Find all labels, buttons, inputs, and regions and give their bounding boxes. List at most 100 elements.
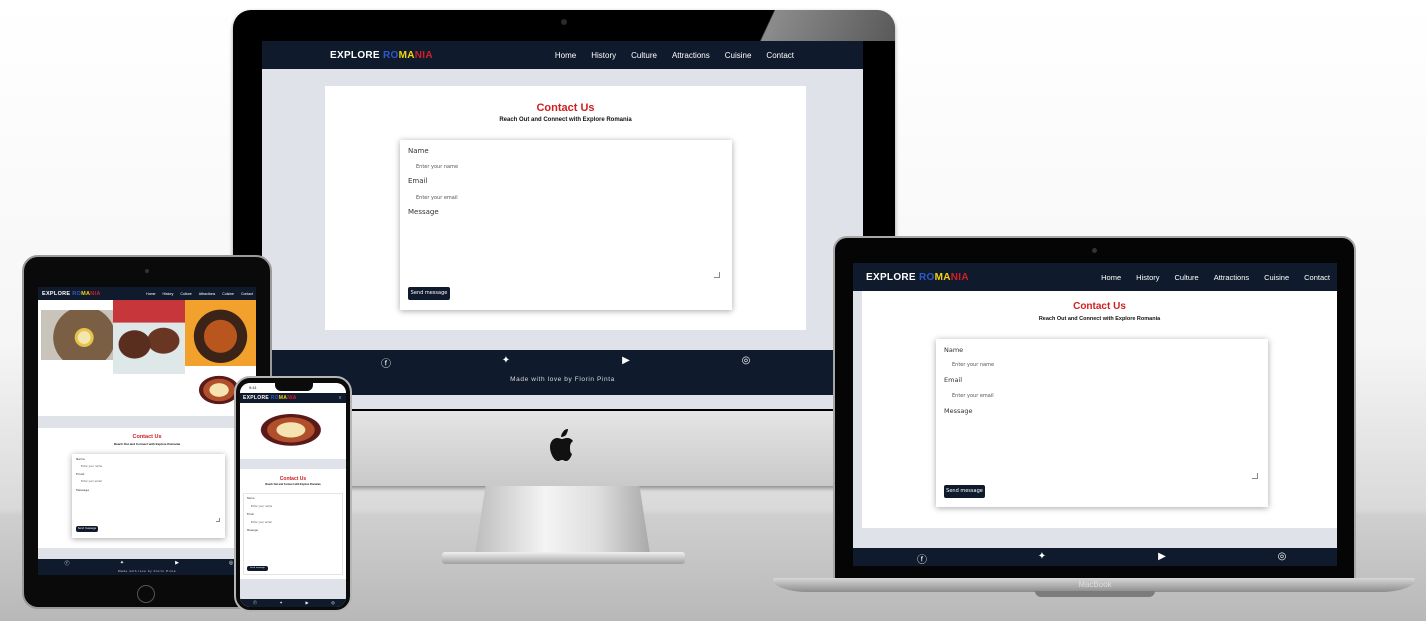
tablet-camera	[145, 269, 149, 273]
email-input[interactable]: Enter your email	[251, 521, 272, 524]
footer-credit: Made with love by Florin Pinta	[510, 376, 615, 383]
navbar: EXPLORE ROMANIA Home History Culture Att…	[853, 263, 1337, 291]
instagram-icon[interactable]: ◎	[739, 355, 753, 366]
nav-link-history[interactable]: History	[591, 51, 616, 60]
facebook-icon[interactable]: ⓕ	[63, 560, 71, 567]
contact-form: Name Enter your name Email Enter your em…	[72, 454, 225, 538]
facebook-icon[interactable]: ⓕ	[379, 355, 393, 370]
nav-link-contact[interactable]: Contact	[241, 292, 253, 296]
food-image	[41, 310, 113, 360]
footer: ⓕ ✦ ▶ ◎	[240, 599, 346, 607]
instagram-icon[interactable]: ◎	[330, 600, 336, 605]
youtube-icon[interactable]: ▶	[173, 560, 181, 566]
send-message-button[interactable]: Send message	[247, 566, 268, 571]
apple-logo-icon	[545, 425, 581, 467]
cuisine-gallery	[38, 300, 256, 416]
email-label: Email	[944, 376, 963, 384]
nav-links: Home History Culture Attractions Cuisine…	[146, 292, 253, 296]
nav-link-culture[interactable]: Culture	[180, 292, 191, 296]
twitter-icon[interactable]: ✦	[499, 355, 513, 366]
name-input[interactable]: Enter your name	[952, 362, 994, 368]
nav-link-home[interactable]: Home	[146, 292, 155, 296]
name-label: Name	[247, 497, 255, 500]
facebook-icon[interactable]: ⓕ	[252, 600, 258, 606]
nav-link-history[interactable]: History	[163, 292, 174, 296]
nav-link-history[interactable]: History	[1136, 273, 1159, 282]
email-label: Email	[76, 472, 85, 476]
nav-link-culture[interactable]: Culture	[1175, 273, 1199, 282]
imac-stand	[475, 486, 650, 554]
twitter-icon[interactable]: ✦	[1035, 551, 1049, 562]
brand-logo[interactable]: EXPLORE ROMANIA	[243, 395, 297, 401]
nav-link-cuisine[interactable]: Cuisine	[222, 292, 234, 296]
youtube-icon[interactable]: ▶	[304, 600, 310, 605]
nav-link-home[interactable]: Home	[1101, 273, 1121, 282]
message-label: Message	[408, 208, 439, 216]
send-message-button[interactable]: Send message	[408, 287, 450, 300]
contact-title: Contact Us	[1073, 301, 1126, 312]
send-message-button[interactable]: Send message	[76, 526, 98, 532]
laptop-notch	[1035, 591, 1155, 597]
nav-link-culture[interactable]: Culture	[631, 51, 657, 60]
email-input[interactable]: Enter your email	[952, 393, 994, 399]
resize-grip-icon[interactable]	[714, 272, 720, 278]
brand-logo[interactable]: EXPLORE ROMANIA	[42, 291, 101, 297]
nav-link-contact[interactable]: Contact	[766, 51, 794, 60]
contact-form: Name Enter your name Email Enter your em…	[936, 339, 1268, 507]
message-label: Message	[76, 488, 90, 492]
nav-links: Home History Culture Attractions Cuisine…	[555, 51, 794, 60]
footer: ⓕ ✦ ▶ ◎ Made with love by Florin Pinta	[38, 559, 256, 575]
resize-grip-icon[interactable]	[1252, 473, 1258, 479]
contact-form: Name Enter your name Email Enter your em…	[243, 493, 343, 575]
email-input[interactable]: Enter your email	[416, 195, 458, 201]
nav-link-attractions[interactable]: Attractions	[672, 51, 710, 60]
footer: ⓕ ✦ ▶ ◎ Made with love by Florin Pinta	[262, 350, 863, 395]
nav-link-attractions[interactable]: Attractions	[199, 292, 216, 296]
laptop-screen: EXPLORE ROMANIA Home History Culture Att…	[853, 263, 1337, 566]
email-label: Email	[408, 177, 428, 185]
instagram-icon[interactable]: ◎	[1275, 551, 1289, 562]
name-input[interactable]: Enter your name	[251, 505, 272, 508]
status-time: 9:41	[249, 385, 257, 390]
laptop-camera	[1092, 248, 1097, 253]
footer: ⓕ ✦ ▶ ◎	[853, 548, 1337, 566]
name-label: Name	[944, 346, 964, 354]
imac-stand-foot	[442, 552, 685, 564]
contact-form: Name Enter your name Email Enter your em…	[400, 140, 732, 310]
tablet-home-button	[137, 585, 155, 603]
youtube-icon[interactable]: ▶	[1155, 551, 1169, 562]
twitter-icon[interactable]: ✦	[118, 560, 126, 566]
macbook-label: MacBook	[1078, 580, 1112, 589]
name-input[interactable]: Enter your name	[81, 465, 102, 468]
send-message-button[interactable]: Send message	[944, 485, 985, 498]
contact-subtitle: Reach Out and Connect with Explore Roman…	[1038, 316, 1161, 322]
nav-link-contact[interactable]: Contact	[1304, 273, 1330, 282]
phone-screen: 9:41 EXPLORE ROMANIA ≡ Contact Us Reach …	[240, 383, 346, 607]
navbar: EXPLORE ROMANIA Home History Culture Att…	[38, 287, 256, 300]
name-label: Name	[76, 457, 85, 461]
contact-title: Contact Us	[279, 476, 307, 482]
twitter-icon[interactable]: ✦	[278, 600, 284, 605]
contact-section: Contact Us Reach Out and Connect with Ex…	[862, 291, 1337, 528]
tablet-screen: EXPLORE ROMANIA Home History Culture Att…	[38, 287, 256, 575]
nav-link-cuisine[interactable]: Cuisine	[1264, 273, 1289, 282]
email-input[interactable]: Enter your email	[81, 480, 102, 483]
contact-title: Contact Us	[132, 434, 162, 440]
youtube-icon[interactable]: ▶	[619, 355, 633, 366]
menu-icon[interactable]: ≡	[339, 395, 343, 400]
facebook-icon[interactable]: ⓕ	[915, 551, 929, 566]
imac-camera	[561, 19, 567, 25]
resize-grip-icon[interactable]	[216, 518, 220, 522]
message-textarea[interactable]	[408, 218, 724, 282]
name-input[interactable]: Enter your name	[416, 164, 458, 170]
brand-logo[interactable]: EXPLORE ROMANIA	[866, 272, 969, 283]
brand-logo[interactable]: EXPLORE ROMANIA	[330, 50, 433, 61]
navbar: EXPLORE ROMANIA Home History Culture Att…	[262, 41, 863, 69]
nav-link-attractions[interactable]: Attractions	[1214, 273, 1249, 282]
imac-glare	[752, 10, 895, 41]
nav-link-home[interactable]: Home	[555, 51, 576, 60]
name-label: Name	[408, 147, 429, 155]
nav-link-cuisine[interactable]: Cuisine	[725, 51, 752, 60]
nav-links: Home History Culture Attractions Cuisine…	[1101, 273, 1330, 282]
message-textarea[interactable]	[944, 417, 1260, 479]
